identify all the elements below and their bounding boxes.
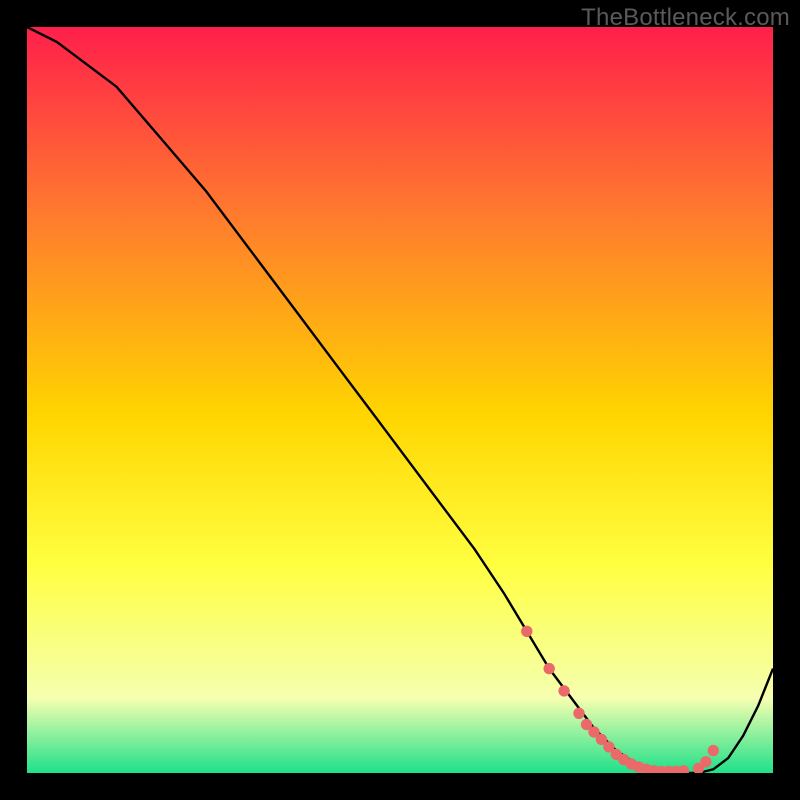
- chart-svg: [27, 27, 773, 773]
- watermark-text: TheBottleneck.com: [581, 4, 790, 32]
- data-marker: [708, 745, 719, 756]
- plot-area: [27, 27, 773, 773]
- data-marker: [558, 685, 569, 696]
- data-marker: [544, 663, 555, 674]
- data-marker: [700, 756, 711, 767]
- gradient-background: [27, 27, 773, 773]
- data-marker: [573, 708, 584, 719]
- data-marker: [521, 626, 532, 637]
- chart-frame: TheBottleneck.com: [0, 0, 800, 800]
